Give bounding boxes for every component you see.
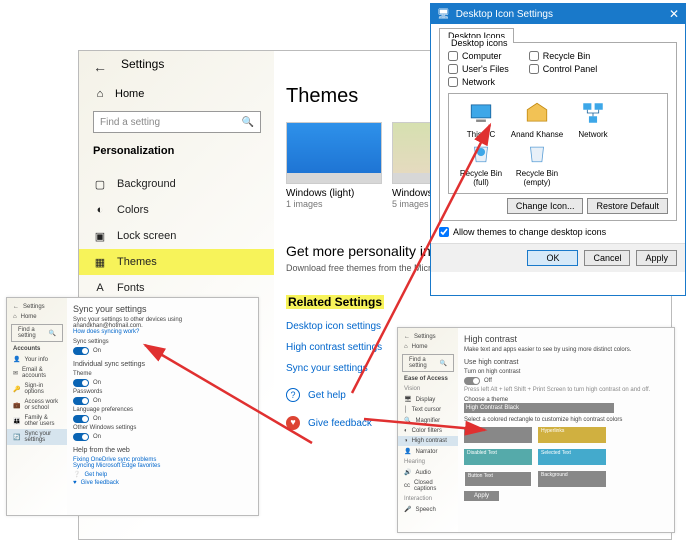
chk-allow-themes[interactable]: Allow themes to change desktop icons: [439, 227, 677, 237]
swatch-disabled[interactable]: Disabled Text: [464, 449, 532, 465]
toggle-passwords[interactable]: On: [73, 397, 252, 405]
icon-this-pc[interactable]: This PC: [453, 100, 509, 139]
app-title: Settings: [121, 57, 164, 71]
swatch-selected[interactable]: Selected Text: [538, 449, 606, 465]
swatch-background[interactable]: Background: [538, 471, 606, 487]
nav-magnifier[interactable]: 🔍 Magnifier: [398, 415, 458, 426]
lock-icon: ▣: [93, 229, 107, 243]
toggle-theme[interactable]: On: [73, 379, 252, 387]
chk-recycle-bin[interactable]: Recycle Bin: [529, 51, 598, 61]
nav-themes[interactable]: ▦Themes: [79, 249, 274, 275]
nav-background[interactable]: ▢Background: [79, 171, 274, 197]
nav-text-cursor[interactable]: │ Text cursor: [398, 405, 458, 415]
nav-work[interactable]: 💼 Access work or school: [7, 397, 67, 413]
theme-preview: [286, 122, 382, 184]
cancel-button[interactable]: Cancel: [584, 250, 630, 266]
nav-captions[interactable]: cc Closed captions: [398, 478, 458, 494]
home-label: Home: [115, 88, 144, 100]
dialog-footer: OK Cancel Apply: [431, 243, 685, 272]
category-heading: Personalization: [93, 145, 174, 157]
home-nav[interactable]: ⌂ Home: [93, 87, 144, 101]
search-input[interactable]: Find a setting 🔍: [93, 111, 261, 133]
give-feedback[interactable]: ♥ Give feedback: [73, 480, 252, 486]
hc-content: High contrast Make text and apps easier …: [458, 328, 674, 507]
nav-lockscreen[interactable]: ▣Lock screen: [79, 223, 274, 249]
restore-default-button[interactable]: Restore Default: [587, 198, 668, 214]
nav-sync[interactable]: 🔄 Sync your settings: [7, 429, 67, 445]
toggle-high-contrast[interactable]: Off: [464, 377, 668, 385]
hc-sidebar: ←Settings ⌂ Home Find a setting🔍 Ease of…: [398, 328, 458, 532]
theme-select[interactable]: High Contrast Black: [464, 403, 614, 413]
sync-settings-window: ←Settings ⌂ Home Find a setting🔍 Account…: [6, 297, 259, 516]
toggle-sync[interactable]: On: [73, 347, 252, 355]
close-icon[interactable]: ✕: [669, 7, 679, 21]
nav-signin[interactable]: 🔑 Sign-in options: [7, 381, 67, 397]
icon-preview-grid: This PC Anand Khanse Network Recycle Bin…: [448, 93, 668, 194]
search-icon: 🔍: [242, 117, 254, 128]
desktop-icons-group: Desktop icons Computer User's Files Netw…: [439, 42, 677, 221]
icon-recycle-empty[interactable]: Recycle Bin (empty): [509, 139, 565, 187]
chk-network[interactable]: Network: [448, 77, 509, 87]
icon-recycle-full[interactable]: Recycle Bin (full): [453, 139, 509, 187]
sync-content: Sync your settings Sync your settings to…: [67, 298, 258, 494]
nav-display[interactable]: 🖥 Display: [398, 394, 458, 405]
back-icon[interactable]: ←: [93, 59, 107, 75]
chk-control-panel[interactable]: Control Panel: [529, 64, 598, 74]
related-heading: Related Settings: [286, 295, 384, 309]
search-input[interactable]: Find a setting🔍: [402, 354, 454, 372]
nav-narrator[interactable]: 👤 Narrator: [398, 446, 458, 457]
nav-audio[interactable]: 🔊 Audio: [398, 467, 458, 478]
home-nav[interactable]: ⌂ Home: [398, 342, 458, 352]
nav-speech[interactable]: 🎤 Speech: [398, 504, 458, 515]
chk-users-files[interactable]: User's Files: [448, 64, 509, 74]
picture-icon: ▢: [93, 177, 107, 191]
apply-button[interactable]: Apply: [636, 250, 677, 266]
nav-high-contrast[interactable]: ◑ High contrast: [398, 436, 458, 446]
swatch-hyperlinks[interactable]: Hyperlinks: [538, 427, 606, 443]
nav-list: ▢Background ◐Colors ▣Lock screen ▦Themes…: [79, 171, 274, 301]
get-help[interactable]: ❔ Get help: [73, 471, 252, 478]
palette-icon: ◐: [93, 203, 107, 217]
home-nav[interactable]: ⌂ Home: [7, 312, 67, 322]
search-input[interactable]: Find a setting🔍: [11, 324, 63, 342]
dialog-title: Desktop Icon Settings: [456, 9, 553, 20]
sync-sidebar: ←Settings ⌂ Home Find a setting🔍 Account…: [7, 298, 67, 515]
icon-user[interactable]: Anand Khanse: [509, 100, 565, 139]
icon-network[interactable]: Network: [565, 100, 621, 139]
help-icon: ?: [286, 388, 300, 402]
nav-your-info[interactable]: 👤 Your info: [7, 354, 67, 365]
toggle-other[interactable]: On: [73, 433, 252, 441]
nav-family[interactable]: 👪 Family & other users: [7, 413, 67, 429]
home-icon: ⌂: [93, 87, 107, 101]
dialog-icon: 🖥: [437, 9, 450, 20]
apply-button[interactable]: Apply: [464, 491, 499, 501]
swatch-button[interactable]: Button Text: [464, 471, 532, 487]
chk-computer[interactable]: Computer: [448, 51, 509, 61]
nav-color-filters[interactable]: ◐ Color filters: [398, 426, 458, 436]
change-icon-button[interactable]: Change Icon...: [507, 198, 584, 214]
nav-email[interactable]: ✉ Email & accounts: [7, 365, 67, 381]
ok-button[interactable]: OK: [527, 250, 578, 266]
high-contrast-window: ←Settings ⌂ Home Find a setting🔍 Ease of…: [397, 327, 675, 533]
themes-icon: ▦: [93, 255, 107, 269]
search-placeholder: Find a setting: [100, 117, 160, 128]
dialog-titlebar: 🖥 Desktop Icon Settings ✕: [431, 4, 685, 24]
toggle-language[interactable]: On: [73, 415, 252, 423]
fonts-icon: A: [93, 281, 107, 295]
desktop-icon-settings-dialog: 🖥Desktop Icon Settings ✕ Desktop Icons D…: [430, 3, 686, 296]
swatch-text[interactable]: Text: [464, 427, 532, 443]
theme-item[interactable]: Windows (light) 1 images: [286, 122, 382, 209]
link-how-sync-works[interactable]: How does syncing work?: [73, 329, 252, 335]
nav-colors[interactable]: ◐Colors: [79, 197, 274, 223]
feedback-icon: ♥: [286, 416, 300, 430]
